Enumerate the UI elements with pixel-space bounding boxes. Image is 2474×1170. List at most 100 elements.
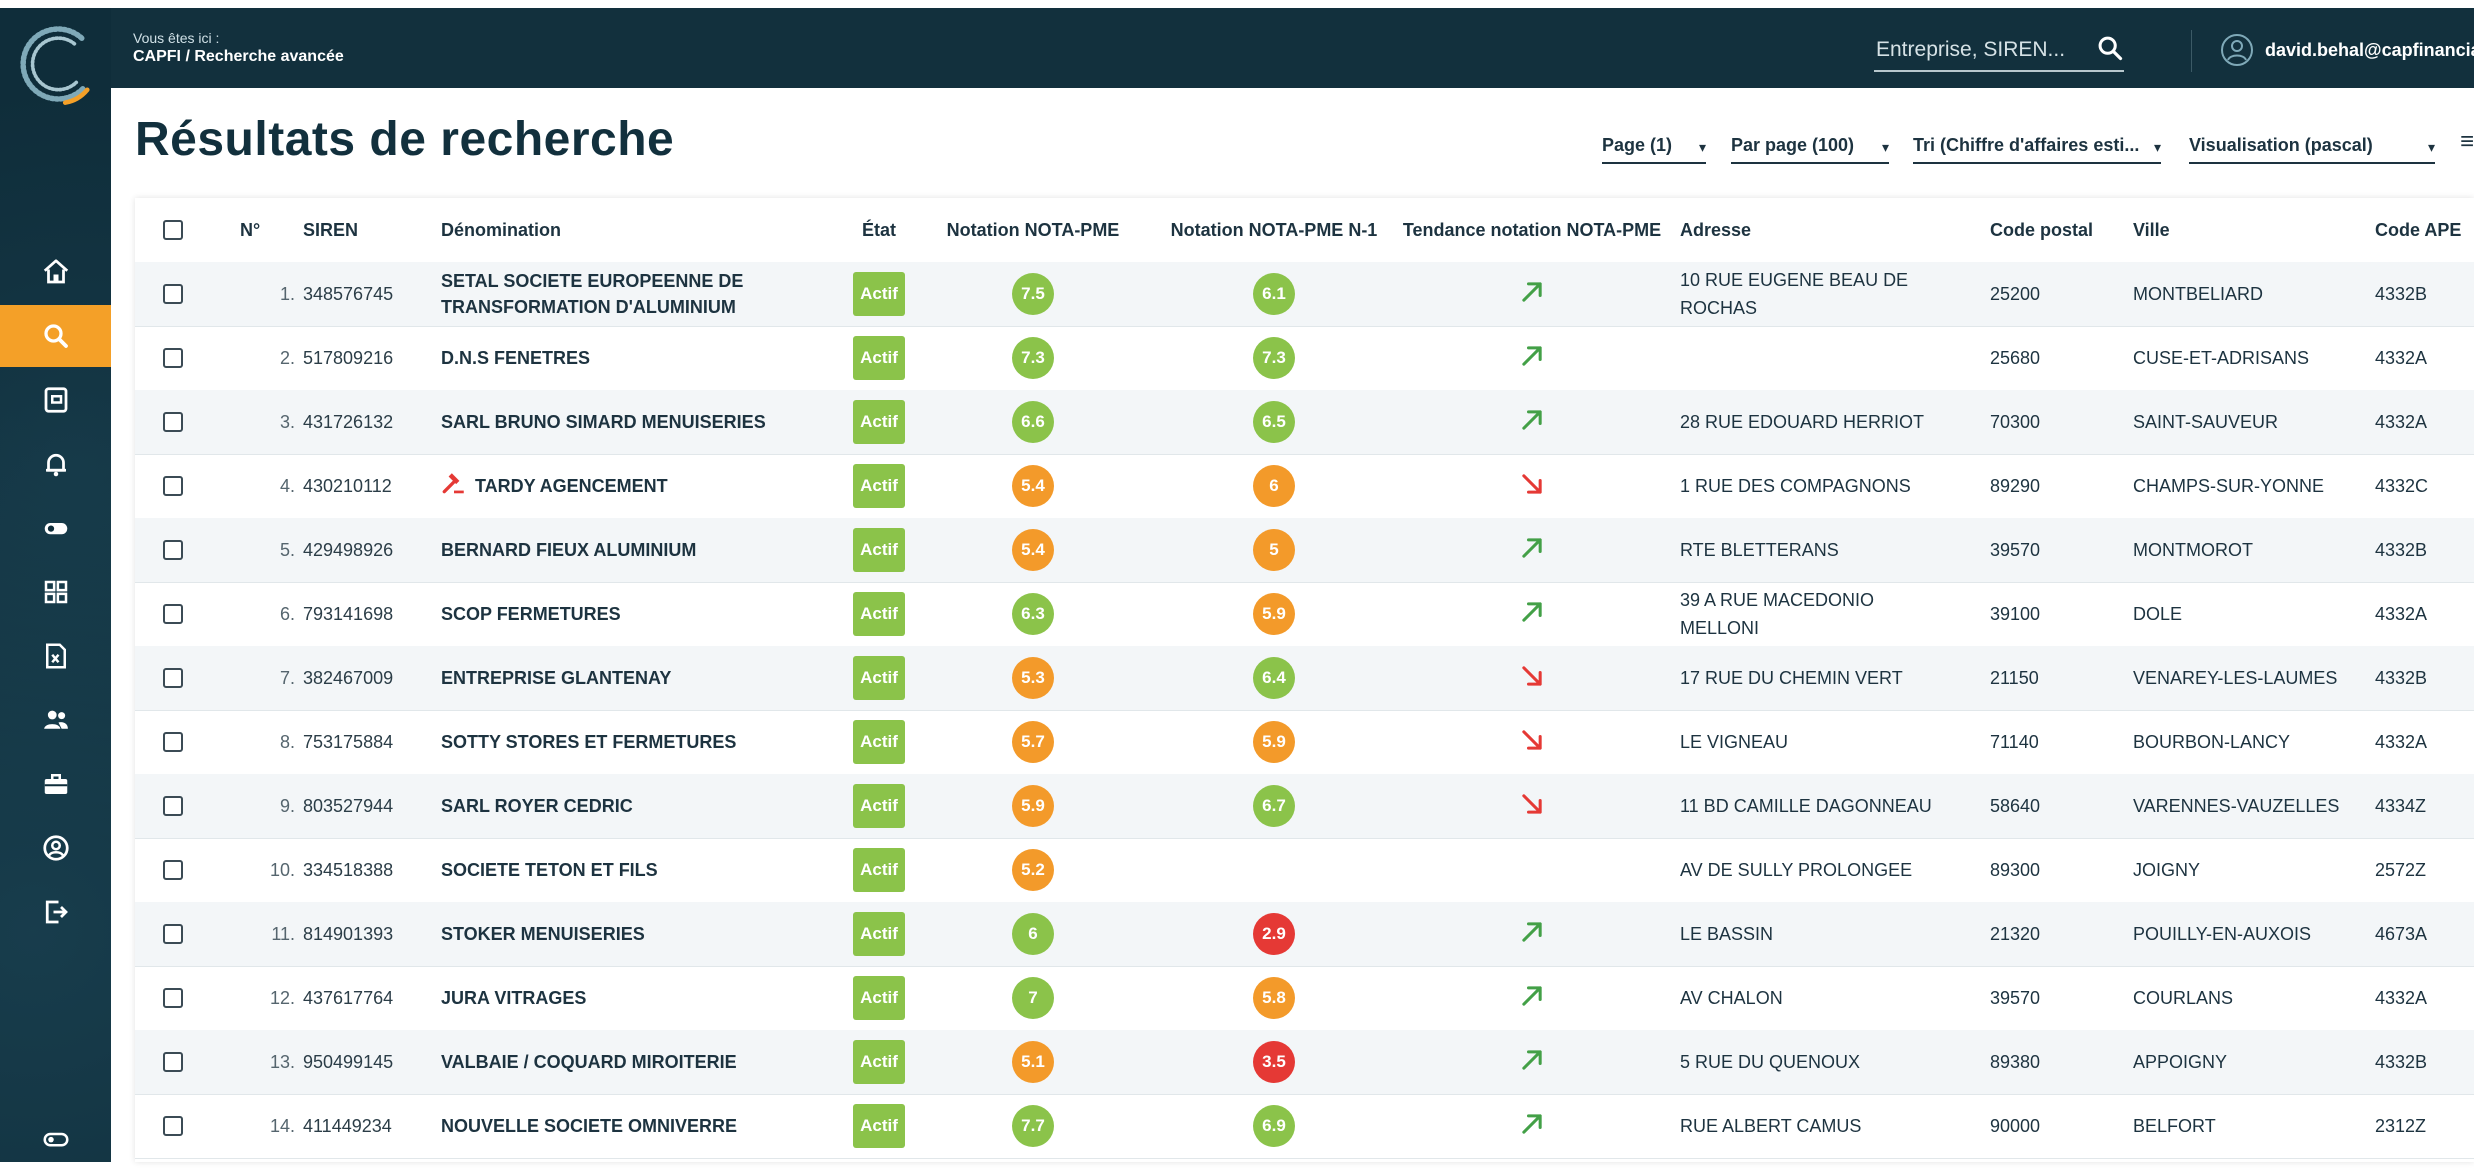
col-header-adresse[interactable]: Adresse [1680,198,1751,262]
user-avatar-icon[interactable] [2219,32,2255,68]
sidebar-item-account[interactable] [0,817,111,879]
row-checkbox[interactable] [163,860,183,880]
chevron-down-icon: ▾ [2427,138,2435,155]
col-header-denomination[interactable]: Dénomination [441,198,561,262]
row-notation-n1-cell: 3.5 [1140,1030,1408,1094]
user-email[interactable]: david.behal@capfinancia [2265,40,2474,61]
row-denomination[interactable]: SOTTY STORES ET FERMETURES [441,710,781,774]
row-checkbox[interactable] [163,796,183,816]
row-checkbox-cell [163,774,183,838]
row-checkbox[interactable] [163,1116,183,1136]
row-number: 1. [279,283,295,304]
row-checkbox-cell [163,1030,183,1094]
table-row[interactable]: 12. 437617764 JURA VITRAGES Actif 7 5.8 AV CHA… [135,966,2474,1031]
row-checkbox-cell [163,582,183,646]
sidebar-item-excel[interactable] [0,625,111,687]
status-badge: Actif [853,400,905,444]
row-denomination-text: SOCIETE TETON ET FILS [441,860,658,880]
row-checkbox[interactable] [163,988,183,1008]
table-row[interactable]: 7. 382467009 ENTREPRISE GLANTENAY Actif 5.3 6… [135,646,2474,711]
col-header-siren[interactable]: SIREN [303,198,358,262]
capfi-logo[interactable] [10,18,102,110]
table-row[interactable]: 4. 430210112 TARDY AGENCEMENT Actif 5.4 6 1 RU… [135,454,2474,519]
table-row[interactable]: 11. 814901393 STOKER MENUISERIES Actif 6 2.9 L… [135,902,2474,967]
sort-select[interactable]: Tri (Chiffre d'affaires esti... ▾ [1913,128,2161,164]
table-row[interactable]: 14. 411449234 NOUVELLE SOCIETE OMNIVERRE Ac… [135,1094,2474,1159]
row-code-postal: 58640 [1990,795,2041,816]
table-row[interactable]: 3. 431726132 SARL BRUNO SIMARD MENUISERIES… [135,390,2474,455]
row-denomination[interactable]: STOKER MENUISERIES [441,902,781,966]
row-ville: VENAREY-LES-LAUMES [2133,667,2338,688]
grid-icon [44,580,67,604]
breadcrumb[interactable]: CAPFI / Recherche avancée [133,48,344,66]
row-notation-n1-cell: 2.9 [1140,902,1408,966]
sidebar-item-search[interactable] [0,305,111,367]
row-checkbox[interactable] [163,348,183,368]
view-select[interactable]: Visualisation (pascal) ▾ [2189,128,2435,164]
row-denomination[interactable]: ENTREPRISE GLANTENAY [441,646,781,710]
sidebar-item-logout[interactable] [0,881,111,943]
col-header-notation-n1[interactable]: Notation NOTA-PME N-1 [1140,198,1408,262]
row-denomination[interactable]: VALBAIE / COQUARD MIROITERIE [441,1030,781,1094]
row-siren: 411449234 [303,1115,392,1136]
table-row[interactable]: 6. 793141698 SCOP FERMETURES Actif 6.3 5.9 39 … [135,582,2474,647]
row-checkbox[interactable] [163,1052,183,1072]
col-header-ville[interactable]: Ville [2133,198,2170,262]
row-denomination[interactable]: TARDY AGENCEMENT [441,454,781,518]
sidebar-toggle[interactable] [0,1108,111,1170]
row-checkbox[interactable] [163,732,183,752]
row-denomination[interactable]: SARL BRUNO SIMARD MENUISERIES [441,390,781,454]
select-all-checkbox[interactable] [163,220,183,240]
row-denomination[interactable]: SETAL SOCIETE EUROPEENNE DE TRANSFORMATI… [441,262,781,326]
row-adresse: LE VIGNEAU [1680,732,1789,752]
row-checkbox[interactable] [163,412,183,432]
sidebar-item-toggle[interactable] [0,497,111,559]
table-row[interactable]: 10. 334518388 SOCIETE TETON ET FILS Actif 5.… [135,838,2474,903]
trend-down-icon [1518,662,1546,695]
row-denomination[interactable]: SARL ROYER CEDRIC [441,774,781,838]
row-denomination[interactable]: D.N.S FENETRES [441,326,781,390]
row-code-postal: 25200 [1990,283,2041,304]
sidebar-item-document[interactable] [0,369,111,431]
col-header-notation[interactable]: Notation NOTA-PME [913,198,1153,262]
sidebar-item-briefcase[interactable] [0,753,111,815]
row-number: 6. [279,603,295,624]
row-denomination[interactable]: SCOP FERMETURES [441,582,781,646]
page-title: Résultats de recherche [135,113,675,166]
sidebar-item-home[interactable] [0,241,111,303]
score-badge: 6 [1012,913,1054,955]
row-checkbox[interactable] [163,284,183,304]
sidebar-item-bell[interactable] [0,433,111,495]
row-denomination[interactable]: SOCIETE TETON ET FILS [441,838,781,902]
table-row[interactable]: 2. 517809216 D.N.S FENETRES Actif 7.3 7.3 2568… [135,326,2474,391]
status-badge: Actif [853,976,905,1020]
table-row[interactable]: 1. 348576745 SETAL SOCIETE EUROPEENNE DE T… [135,262,2474,327]
sidebar-item-grid[interactable] [0,561,111,623]
per-page-select[interactable]: Par page (100) ▾ [1731,128,1889,164]
row-checkbox[interactable] [163,540,183,560]
row-denomination[interactable]: BERNARD FIEUX ALUMINIUM [441,518,781,582]
row-denomination[interactable]: JURA VITRAGES [441,966,781,1030]
row-denomination[interactable]: NOUVELLE SOCIETE OMNIVERRE [441,1094,781,1158]
row-checkbox[interactable] [163,604,183,624]
col-header-code-postal[interactable]: Code postal [1990,198,2093,262]
col-header-code-ape[interactable]: Code APE [2375,198,2461,262]
row-checkbox[interactable] [163,476,183,496]
page-select[interactable]: Page (1) ▾ [1602,128,1706,164]
row-siren: 429498926 [303,539,394,560]
columns-icon[interactable]: ≡ [2460,128,2474,156]
table-row[interactable]: 9. 803527944 SARL ROYER CEDRIC Actif 5.9 6.7 1… [135,774,2474,839]
row-adresse: AV DE SULLY PROLONGEE [1680,860,1913,880]
search-input[interactable] [1874,37,2078,63]
chevron-down-icon: ▾ [1698,138,1706,155]
table-row[interactable]: 8. 753175884 SOTTY STORES ET FERMETURES Act… [135,710,2474,775]
col-header-n[interactable]: N° [240,198,260,262]
search-icon[interactable] [2096,34,2124,67]
row-checkbox[interactable] [163,668,183,688]
table-row[interactable]: 5. 429498926 BERNARD FIEUX ALUMINIUM Actif 5… [135,518,2474,583]
status-badge: Actif [853,1040,905,1084]
table-row[interactable]: 13. 950499145 VALBAIE / COQUARD MIROITERIE… [135,1030,2474,1095]
sidebar-item-users[interactable] [0,689,111,751]
row-checkbox[interactable] [163,924,183,944]
col-header-tendance[interactable]: Tendance notation NOTA-PME [1376,198,1688,262]
